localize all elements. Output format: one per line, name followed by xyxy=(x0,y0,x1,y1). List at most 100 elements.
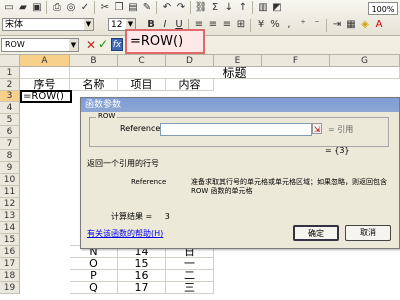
font-name-select[interactable]: 宋体 ▼ xyxy=(2,18,94,31)
ok-button[interactable]: 确定 xyxy=(293,225,339,241)
merge-center-icon[interactable]: ⊞ xyxy=(234,18,248,32)
column-header-a[interactable]: A xyxy=(20,55,70,67)
table-cell[interactable]: 17 xyxy=(118,282,166,294)
borders-icon[interactable]: ▦ xyxy=(344,18,358,32)
font-size-value: 12 xyxy=(111,20,123,30)
column-header-b[interactable]: B xyxy=(70,55,118,67)
table-cell[interactable]: 16 xyxy=(118,270,166,282)
name-box[interactable]: ROW ▼ xyxy=(1,38,79,52)
cancel-button[interactable]: 取消 xyxy=(345,225,391,241)
cell[interactable] xyxy=(20,67,70,79)
reference-label: Reference xyxy=(120,124,161,133)
table-cell[interactable]: P xyxy=(70,270,118,282)
row-header[interactable]: 17 xyxy=(0,258,20,270)
format-painter-icon[interactable]: ✎ xyxy=(140,1,154,15)
spell-check-icon[interactable]: ✓ xyxy=(78,1,92,15)
parameter-description: 准备求取其行号的单元格或单元格区域；如果忽略，则返回包含 ROW 函数的单元格 xyxy=(191,178,387,195)
preview-icon[interactable]: ◎ xyxy=(64,1,78,15)
header-cell[interactable]: 内容 xyxy=(166,79,214,91)
zoom-select[interactable]: 100% xyxy=(368,2,398,15)
active-cell[interactable]: =ROW() xyxy=(20,90,72,103)
sort-desc-icon[interactable]: ↑ xyxy=(236,1,250,15)
hyperlink-icon[interactable]: ⛓ xyxy=(194,1,208,15)
table-cell[interactable]: 15 xyxy=(118,258,166,270)
standard-toolbar: ▭ ▰ ▣ ⎙ ◎ ✓ ✂ ❐ ▤ ✎ ↶ ↷ ⛓ Σ ↓ ↑ ▥ ◩ 100% xyxy=(0,1,400,17)
table-cell[interactable]: 一 xyxy=(166,258,214,270)
row-header[interactable]: 16 xyxy=(0,246,20,258)
open-folder-icon[interactable]: ▰ xyxy=(16,1,30,15)
redo-icon[interactable]: ↷ xyxy=(174,1,188,15)
chart-wizard-icon[interactable]: ▥ xyxy=(256,1,270,15)
table-cell[interactable]: 三 xyxy=(166,282,214,294)
row-header[interactable]: 7 xyxy=(0,138,20,150)
column-header-d[interactable]: D xyxy=(166,55,214,67)
chevron-down-icon: ▼ xyxy=(69,39,78,51)
save-icon[interactable]: ▣ xyxy=(30,1,44,15)
row-header[interactable]: 8 xyxy=(0,150,20,162)
autosum-icon[interactable]: Σ xyxy=(208,1,222,15)
collapse-dialog-icon[interactable]: ⇲ xyxy=(312,123,322,134)
align-center-icon[interactable]: ≡ xyxy=(206,18,220,32)
row-header[interactable]: 10 xyxy=(0,174,20,186)
undo-icon[interactable]: ↶ xyxy=(160,1,174,15)
comma-style-icon[interactable]: , xyxy=(282,18,296,32)
group-label: ROW xyxy=(96,112,118,120)
table-cell[interactable]: Q xyxy=(70,282,118,294)
row-header[interactable]: 3 xyxy=(0,91,20,102)
fill-color-icon[interactable]: ◈ xyxy=(358,18,372,32)
row-header[interactable]: 6 xyxy=(0,126,20,138)
row-header[interactable]: 9 xyxy=(0,162,20,174)
row-header[interactable]: 13 xyxy=(0,210,20,222)
indent-icon[interactable]: ⇥ xyxy=(330,18,344,32)
font-name-value: 宋体 xyxy=(5,20,24,30)
align-right-icon[interactable]: ≡ xyxy=(220,18,234,32)
column-header-g[interactable]: G xyxy=(330,55,400,67)
increase-decimal-icon[interactable]: ⁺ xyxy=(296,18,310,32)
row-header[interactable]: 18 xyxy=(0,270,20,282)
help-link[interactable]: 有关该函数的帮助(H) xyxy=(87,228,163,239)
chevron-down-icon: ▼ xyxy=(84,19,93,30)
row-header[interactable]: 5 xyxy=(0,114,20,126)
function-description: 返回一个引用的行号 xyxy=(87,159,159,168)
print-icon[interactable]: ⎙ xyxy=(50,1,64,15)
copy-icon[interactable]: ❐ xyxy=(112,1,126,15)
result-preview: = {3} xyxy=(325,146,350,155)
reference-input[interactable] xyxy=(160,123,312,136)
calc-label: 计算结果 = xyxy=(111,212,153,221)
table-cell[interactable]: O xyxy=(70,258,118,270)
table-cell[interactable]: 二 xyxy=(166,270,214,282)
cut-icon[interactable]: ✂ xyxy=(98,1,112,15)
paste-icon[interactable]: ▤ xyxy=(126,1,140,15)
row-header[interactable]: 12 xyxy=(0,198,20,210)
select-all-corner[interactable] xyxy=(0,55,20,67)
sheet-title[interactable]: 标题 xyxy=(70,67,400,79)
column-header-f[interactable]: F xyxy=(262,55,330,67)
drawing-icon[interactable]: ◩ xyxy=(270,1,284,15)
row-header[interactable]: 4 xyxy=(0,102,20,114)
column-header-c[interactable]: C xyxy=(118,55,166,67)
currency-icon[interactable]: ¥ xyxy=(254,18,268,32)
function-arguments-dialog: 函数参数 ROW Reference ⇲ = 引用 = {3} 返回一个引用的行… xyxy=(80,97,400,249)
header-cell[interactable]: 项目 xyxy=(118,79,166,91)
formula-input[interactable]: =ROW() xyxy=(125,29,205,54)
new-file-icon[interactable]: ▭ xyxy=(2,1,16,15)
decrease-decimal-icon[interactable]: ⁻ xyxy=(310,18,324,32)
cancel-icon[interactable]: ✕ xyxy=(86,39,96,51)
percent-icon[interactable]: % xyxy=(268,18,282,32)
calc-result-label: 计算结果 = 3 xyxy=(111,211,170,222)
row-header[interactable]: 2 xyxy=(0,79,20,91)
name-box-value: ROW xyxy=(5,40,25,49)
row-header[interactable]: 11 xyxy=(0,186,20,198)
row-header[interactable]: 14 xyxy=(0,222,20,234)
row-header[interactable]: 15 xyxy=(0,234,20,246)
dialog-title[interactable]: 函数参数 xyxy=(81,98,399,112)
insert-function-icon[interactable]: fx xyxy=(111,38,123,51)
calc-value: 3 xyxy=(164,212,170,221)
column-header-e[interactable]: E xyxy=(214,55,262,67)
header-cell[interactable]: 名称 xyxy=(70,79,118,91)
row-header[interactable]: 19 xyxy=(0,282,20,294)
sort-asc-icon[interactable]: ↓ xyxy=(222,1,236,15)
enter-icon[interactable]: ✓ xyxy=(98,38,108,50)
row-header[interactable]: 1 xyxy=(0,67,20,79)
font-color-icon[interactable]: A xyxy=(372,18,386,32)
